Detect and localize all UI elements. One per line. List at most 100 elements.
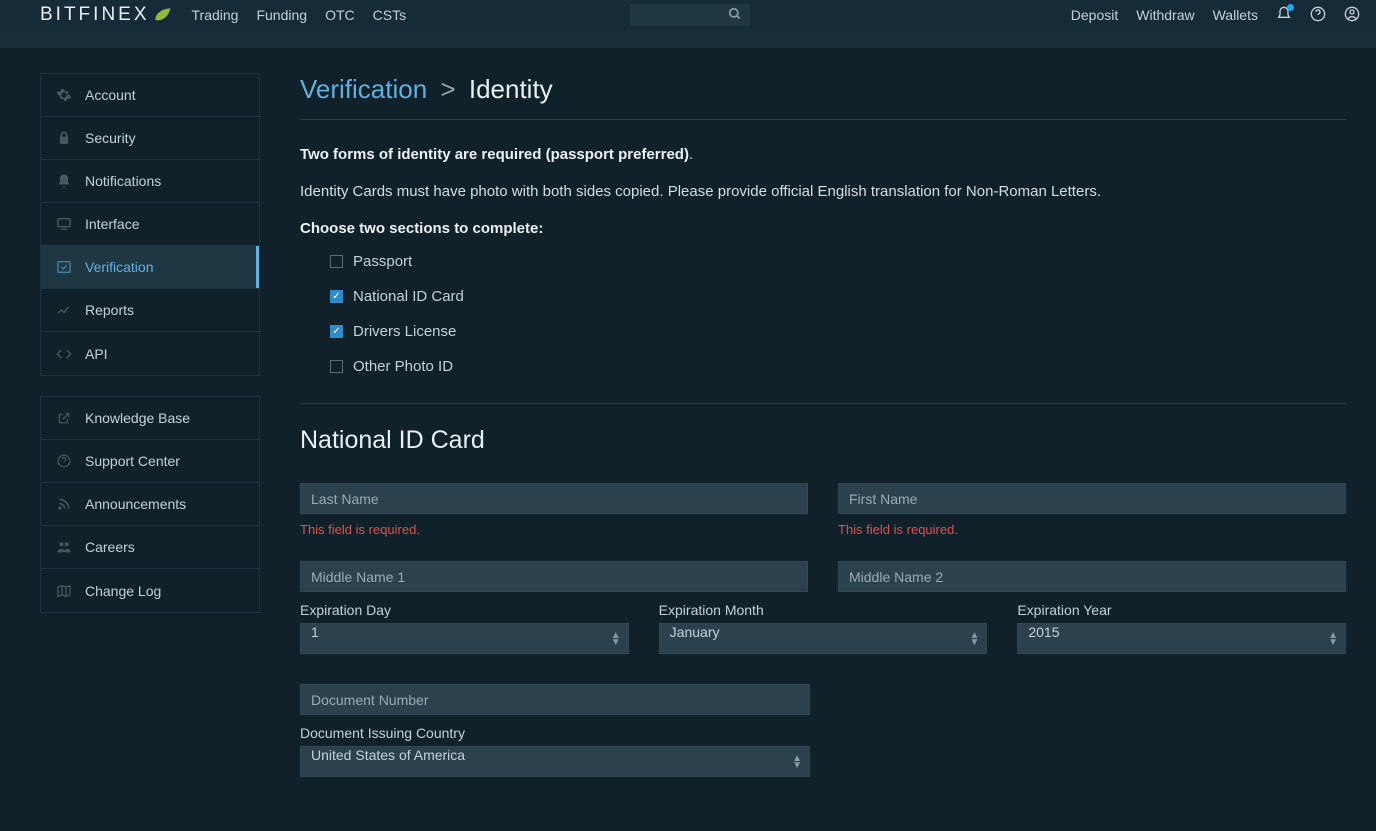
exp-month-select[interactable]: January bbox=[659, 623, 988, 654]
bell-icon[interactable] bbox=[1276, 6, 1292, 25]
spacer bbox=[0, 48, 1376, 68]
section-divider bbox=[300, 403, 1346, 404]
intro-dot: . bbox=[689, 146, 693, 163]
search-icon bbox=[728, 7, 742, 24]
option-drivers-license[interactable]: ✓ Drivers License bbox=[330, 323, 1346, 340]
sidebar-item-label: Reports bbox=[85, 302, 134, 318]
sidebar-item-label: Security bbox=[85, 130, 136, 146]
bell-icon bbox=[55, 172, 73, 190]
sidebar-item-account[interactable]: Account bbox=[41, 74, 259, 117]
doc-country-value: United States of America bbox=[311, 747, 465, 763]
brand-text: BITFINEX bbox=[40, 4, 150, 26]
middle-name-1-input[interactable] bbox=[300, 561, 808, 592]
nav-wallets[interactable]: Wallets bbox=[1213, 7, 1258, 23]
nav-funding[interactable]: Funding bbox=[256, 7, 307, 23]
sidebar-item-label: Careers bbox=[85, 539, 135, 555]
sidebar-item-label: Announcements bbox=[85, 496, 186, 512]
sidebar-item-announcements[interactable]: Announcements bbox=[41, 483, 259, 526]
sidebar-item-verification[interactable]: Verification bbox=[41, 246, 259, 289]
sidebar-item-label: Knowledge Base bbox=[85, 410, 190, 426]
rss-icon bbox=[55, 495, 73, 513]
document-number-input[interactable] bbox=[300, 684, 810, 715]
sidebar-item-label: API bbox=[85, 346, 108, 362]
exp-year-select[interactable]: 2015 bbox=[1017, 623, 1346, 654]
exp-year-value: 2015 bbox=[1028, 624, 1059, 640]
sidebar-item-api[interactable]: API bbox=[41, 332, 259, 375]
sidebar-item-interface[interactable]: Interface bbox=[41, 203, 259, 246]
exp-day-label: Expiration Day bbox=[300, 602, 629, 618]
notification-dot bbox=[1287, 4, 1294, 11]
monitor-icon bbox=[55, 215, 73, 233]
option-label: National ID Card bbox=[353, 288, 464, 305]
doc-country-label: Document Issuing Country bbox=[300, 725, 810, 741]
people-icon bbox=[55, 538, 73, 556]
intro-line-1: Two forms of identity are required (pass… bbox=[300, 146, 1346, 163]
chart-icon bbox=[55, 301, 73, 319]
breadcrumb-leaf: Identity bbox=[469, 74, 553, 104]
breadcrumb: Verification > Identity bbox=[300, 74, 1346, 120]
option-other-photo-id[interactable]: Other Photo ID bbox=[330, 358, 1346, 375]
sidebar-item-label: Notifications bbox=[85, 173, 161, 189]
intro-strong: Two forms of identity are required (pass… bbox=[300, 146, 689, 163]
option-label: Drivers License bbox=[353, 323, 456, 340]
option-passport[interactable]: Passport bbox=[330, 253, 1346, 270]
option-label: Other Photo ID bbox=[353, 358, 453, 375]
top-nav: BITFINEX Trading Funding OTC CSTs Deposi… bbox=[0, 0, 1376, 30]
code-icon bbox=[55, 345, 73, 363]
exp-year-label: Expiration Year bbox=[1017, 602, 1346, 618]
brand-logo[interactable]: BITFINEX bbox=[40, 4, 172, 26]
sidebar-item-reports[interactable]: Reports bbox=[41, 289, 259, 332]
help-icon bbox=[55, 452, 73, 470]
settings-sidebar: Account Security Notifications Interface… bbox=[40, 73, 260, 777]
sidebar-group-settings: Account Security Notifications Interface… bbox=[40, 73, 260, 376]
gear-icon bbox=[55, 86, 73, 104]
nav-right: Deposit Withdraw Wallets bbox=[1071, 6, 1360, 25]
first-name-input[interactable] bbox=[838, 483, 1346, 514]
middle-name-2-input[interactable] bbox=[838, 561, 1346, 592]
checkbox-checked-icon: ✓ bbox=[330, 290, 343, 303]
choose-label: Choose two sections to complete: bbox=[300, 220, 1346, 237]
main-content: Verification > Identity Two forms of ide… bbox=[300, 68, 1376, 777]
nav-trading[interactable]: Trading bbox=[192, 7, 239, 23]
exp-day-value: 1 bbox=[311, 624, 319, 640]
sidebar-item-label: Support Center bbox=[85, 453, 180, 469]
sidebar-item-knowledge-base[interactable]: Knowledge Base bbox=[41, 397, 259, 440]
checkbox-icon bbox=[330, 255, 343, 268]
nav-otc[interactable]: OTC bbox=[325, 7, 355, 23]
nav-left: Trading Funding OTC CSTs bbox=[192, 7, 407, 23]
user-icon[interactable] bbox=[1344, 6, 1360, 25]
nav-deposit[interactable]: Deposit bbox=[1071, 7, 1118, 23]
sidebar-item-notifications[interactable]: Notifications bbox=[41, 160, 259, 203]
checkbox-checked-icon: ✓ bbox=[330, 325, 343, 338]
external-icon bbox=[55, 409, 73, 427]
nav-withdraw[interactable]: Withdraw bbox=[1136, 7, 1194, 23]
nav-csts[interactable]: CSTs bbox=[373, 7, 406, 23]
intro-line-2: Identity Cards must have photo with both… bbox=[300, 183, 1346, 200]
exp-day-select[interactable]: 1 bbox=[300, 623, 629, 654]
breadcrumb-sep: > bbox=[440, 74, 455, 104]
map-icon bbox=[55, 582, 73, 600]
exp-month-label: Expiration Month bbox=[659, 602, 988, 618]
last-name-error: This field is required. bbox=[300, 522, 808, 537]
sidebar-item-careers[interactable]: Careers bbox=[41, 526, 259, 569]
lock-icon bbox=[55, 129, 73, 147]
sidebar-item-security[interactable]: Security bbox=[41, 117, 259, 160]
search-input[interactable] bbox=[630, 4, 750, 26]
help-icon[interactable] bbox=[1310, 6, 1326, 25]
option-national-id[interactable]: ✓ National ID Card bbox=[330, 288, 1346, 305]
sidebar-item-label: Change Log bbox=[85, 583, 161, 599]
leaf-icon bbox=[152, 5, 172, 25]
sidebar-item-label: Interface bbox=[85, 216, 139, 232]
last-name-input[interactable] bbox=[300, 483, 808, 514]
sidebar-item-support-center[interactable]: Support Center bbox=[41, 440, 259, 483]
sidebar-item-change-log[interactable]: Change Log bbox=[41, 569, 259, 612]
sidebar-group-help: Knowledge Base Support Center Announceme… bbox=[40, 396, 260, 613]
section-title: National ID Card bbox=[300, 426, 1346, 455]
breadcrumb-root[interactable]: Verification bbox=[300, 74, 427, 104]
id-type-options: Passport ✓ National ID Card ✓ Drivers Li… bbox=[330, 253, 1346, 375]
checkbox-icon bbox=[330, 360, 343, 373]
doc-country-select[interactable]: United States of America bbox=[300, 746, 810, 777]
sub-header-strip bbox=[0, 30, 1376, 48]
check-icon bbox=[55, 258, 73, 276]
option-label: Passport bbox=[353, 253, 412, 270]
